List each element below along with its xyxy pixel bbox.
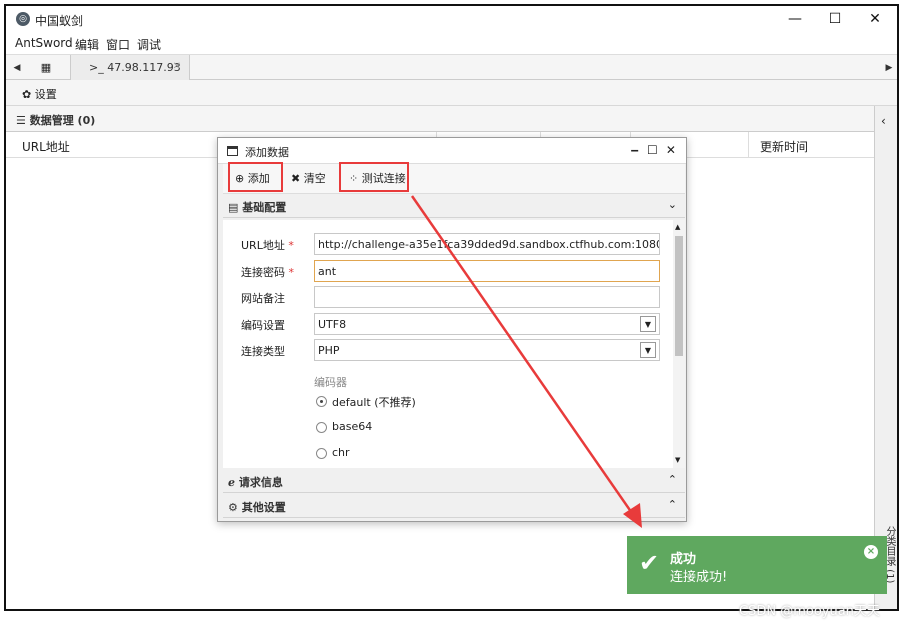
section-basic-label: 基础配置 <box>242 201 287 214</box>
maximize-button[interactable]: ☐ <box>815 6 855 32</box>
dialog-title-bar: 添加数据 ‒ ☐ ✕ <box>218 138 686 164</box>
section-basic-config[interactable]: ▤ 基础配置 ⌄ <box>223 194 685 218</box>
menu-antsword[interactable]: AntSword <box>15 36 73 50</box>
close-button[interactable]: ✕ <box>855 6 895 32</box>
settings-label: 设置 <box>34 88 57 101</box>
add-data-dialog: 添加数据 ‒ ☐ ✕ ⊕ 添加 ✖ 清空 ⁘ 测试连接 ▤ 基础配置 ⌄ URL… <box>217 137 687 522</box>
tab-bar: ◀ ▦ >_ 47.98.117.93 ✕ ▶ <box>6 54 897 81</box>
url-input[interactable]: http://challenge-a35e1fca39dded9d.sandbo… <box>314 233 660 255</box>
column-url[interactable]: URL地址 <box>22 138 70 155</box>
screenshot-frame: ◎ 中国蚁剑 — ☐ ✕ AntSword 编辑 窗口 调试 ◀ ▦ >_ 47… <box>0 0 915 624</box>
encoder-label: 编码器 <box>314 376 347 389</box>
form-scrollbar[interactable]: ▲ ▼ <box>673 220 685 468</box>
chevron-up-icon: ⌃ <box>667 498 677 511</box>
chevron-down-icon: ⌄ <box>667 198 677 211</box>
checkmark-icon: ✔ <box>639 549 660 577</box>
password-input[interactable]: ant <box>314 260 660 282</box>
annotation-highlight-test <box>339 162 409 192</box>
scroll-down-icon[interactable]: ▼ <box>675 456 680 464</box>
file-icon: ▤ <box>228 201 239 214</box>
encoder-default-label[interactable]: default (不推荐) <box>332 394 416 410</box>
ie-icon: ℯ <box>228 476 235 489</box>
settings-button[interactable]: ✿ 设置 <box>22 86 57 102</box>
toast-close-icon[interactable]: × <box>864 545 878 559</box>
url-label: URL地址 * <box>241 239 294 252</box>
data-manager-header: ☰ 数据管理 (0) <box>6 106 874 132</box>
dialog-window-controls[interactable]: ‒ ☐ ✕ <box>630 143 678 157</box>
encoding-value: UTF8 <box>318 318 347 331</box>
menu-debug[interactable]: 调试 <box>137 36 161 53</box>
tab-home-grid-icon[interactable]: ▦ <box>28 55 64 81</box>
note-label: 网站备注 <box>241 292 285 305</box>
terminal-icon: >_ <box>89 61 104 74</box>
menu-edit[interactable]: 编辑 <box>75 36 99 53</box>
toast-message: 连接成功! <box>670 570 728 585</box>
tab-close-icon[interactable]: ✕ <box>173 61 181 72</box>
watermark: CSDN @mooyuan天天 <box>739 604 880 619</box>
encoder-chr-radio[interactable] <box>316 448 327 459</box>
section-other-label: 其他设置 <box>241 501 286 514</box>
tab-scroll-right-icon[interactable]: ▶ <box>882 55 896 81</box>
clear-button-label: 清空 <box>303 172 326 185</box>
dialog-toolbar: ⊕ 添加 ✖ 清空 ⁘ 测试连接 <box>223 164 685 194</box>
section-other-settings[interactable]: ⚙ 其他设置 ⌃ <box>223 494 685 518</box>
note-input[interactable] <box>314 286 660 308</box>
gears-icon: ⚙ <box>228 501 238 514</box>
antsword-logo-icon: ◎ <box>16 12 30 26</box>
menu-bar: AntSword 编辑 窗口 调试 <box>6 32 897 54</box>
dropdown-arrow-icon: ▼ <box>640 316 656 332</box>
tab-shell[interactable]: >_ 47.98.117.93 ✕ <box>70 55 190 81</box>
window-title: 中国蚁剑 <box>35 14 84 28</box>
chevron-up-icon: ⌃ <box>667 473 677 486</box>
encoding-select[interactable]: UTF8 ▼ <box>314 313 660 335</box>
toast-title: 成功 <box>670 552 697 567</box>
type-select[interactable]: PHP ▼ <box>314 339 660 361</box>
basic-config-form: URL地址 * http://challenge-a35e1fca39dded9… <box>223 220 685 468</box>
encoding-label: 编码设置 <box>241 319 285 332</box>
scroll-up-icon[interactable]: ▲ <box>675 223 680 231</box>
menu-window[interactable]: 窗口 <box>106 36 130 53</box>
password-label: 连接密码 * <box>241 266 294 279</box>
minimize-button[interactable]: — <box>775 6 815 32</box>
window-icon <box>227 146 238 156</box>
category-sidebar-collapsed: ‹ 分类目录 (1) <box>874 106 897 609</box>
annotation-highlight-add <box>228 162 283 192</box>
dropdown-arrow-icon: ▼ <box>640 342 656 358</box>
encoder-chr-label[interactable]: chr <box>332 446 350 459</box>
success-toast: ✔ 成功 连接成功! × <box>627 536 887 594</box>
column-updated-time[interactable]: 更新时间 <box>760 138 808 155</box>
chevron-left-icon[interactable]: ‹ <box>881 114 886 128</box>
type-value: PHP <box>318 344 340 357</box>
tab-scroll-left-icon[interactable]: ◀ <box>10 55 24 81</box>
section-request-info[interactable]: ℯ 请求信息 ⌃ <box>223 469 685 493</box>
type-label: 连接类型 <box>241 345 285 358</box>
section-request-label: 请求信息 <box>238 476 283 489</box>
dialog-title: 添加数据 <box>245 146 289 159</box>
list-icon: ☰ <box>16 114 26 127</box>
clear-button[interactable]: ✖ 清空 <box>285 164 332 194</box>
encoder-default-radio[interactable] <box>316 396 327 407</box>
scrollbar-thumb[interactable] <box>675 236 683 356</box>
gear-icon: ✿ <box>22 88 32 101</box>
x-icon: ✖ <box>291 172 301 185</box>
encoder-base64-radio[interactable] <box>316 422 327 433</box>
tab-shell-label: 47.98.117.93 <box>107 61 181 74</box>
column-divider <box>748 132 749 158</box>
main-toolbar: ✿ 设置 <box>6 80 897 106</box>
data-manager-title: 数据管理 (0) <box>29 114 96 127</box>
encoder-base64-label[interactable]: base64 <box>332 420 372 433</box>
title-bar: ◎ 中国蚁剑 — ☐ ✕ <box>6 6 897 32</box>
